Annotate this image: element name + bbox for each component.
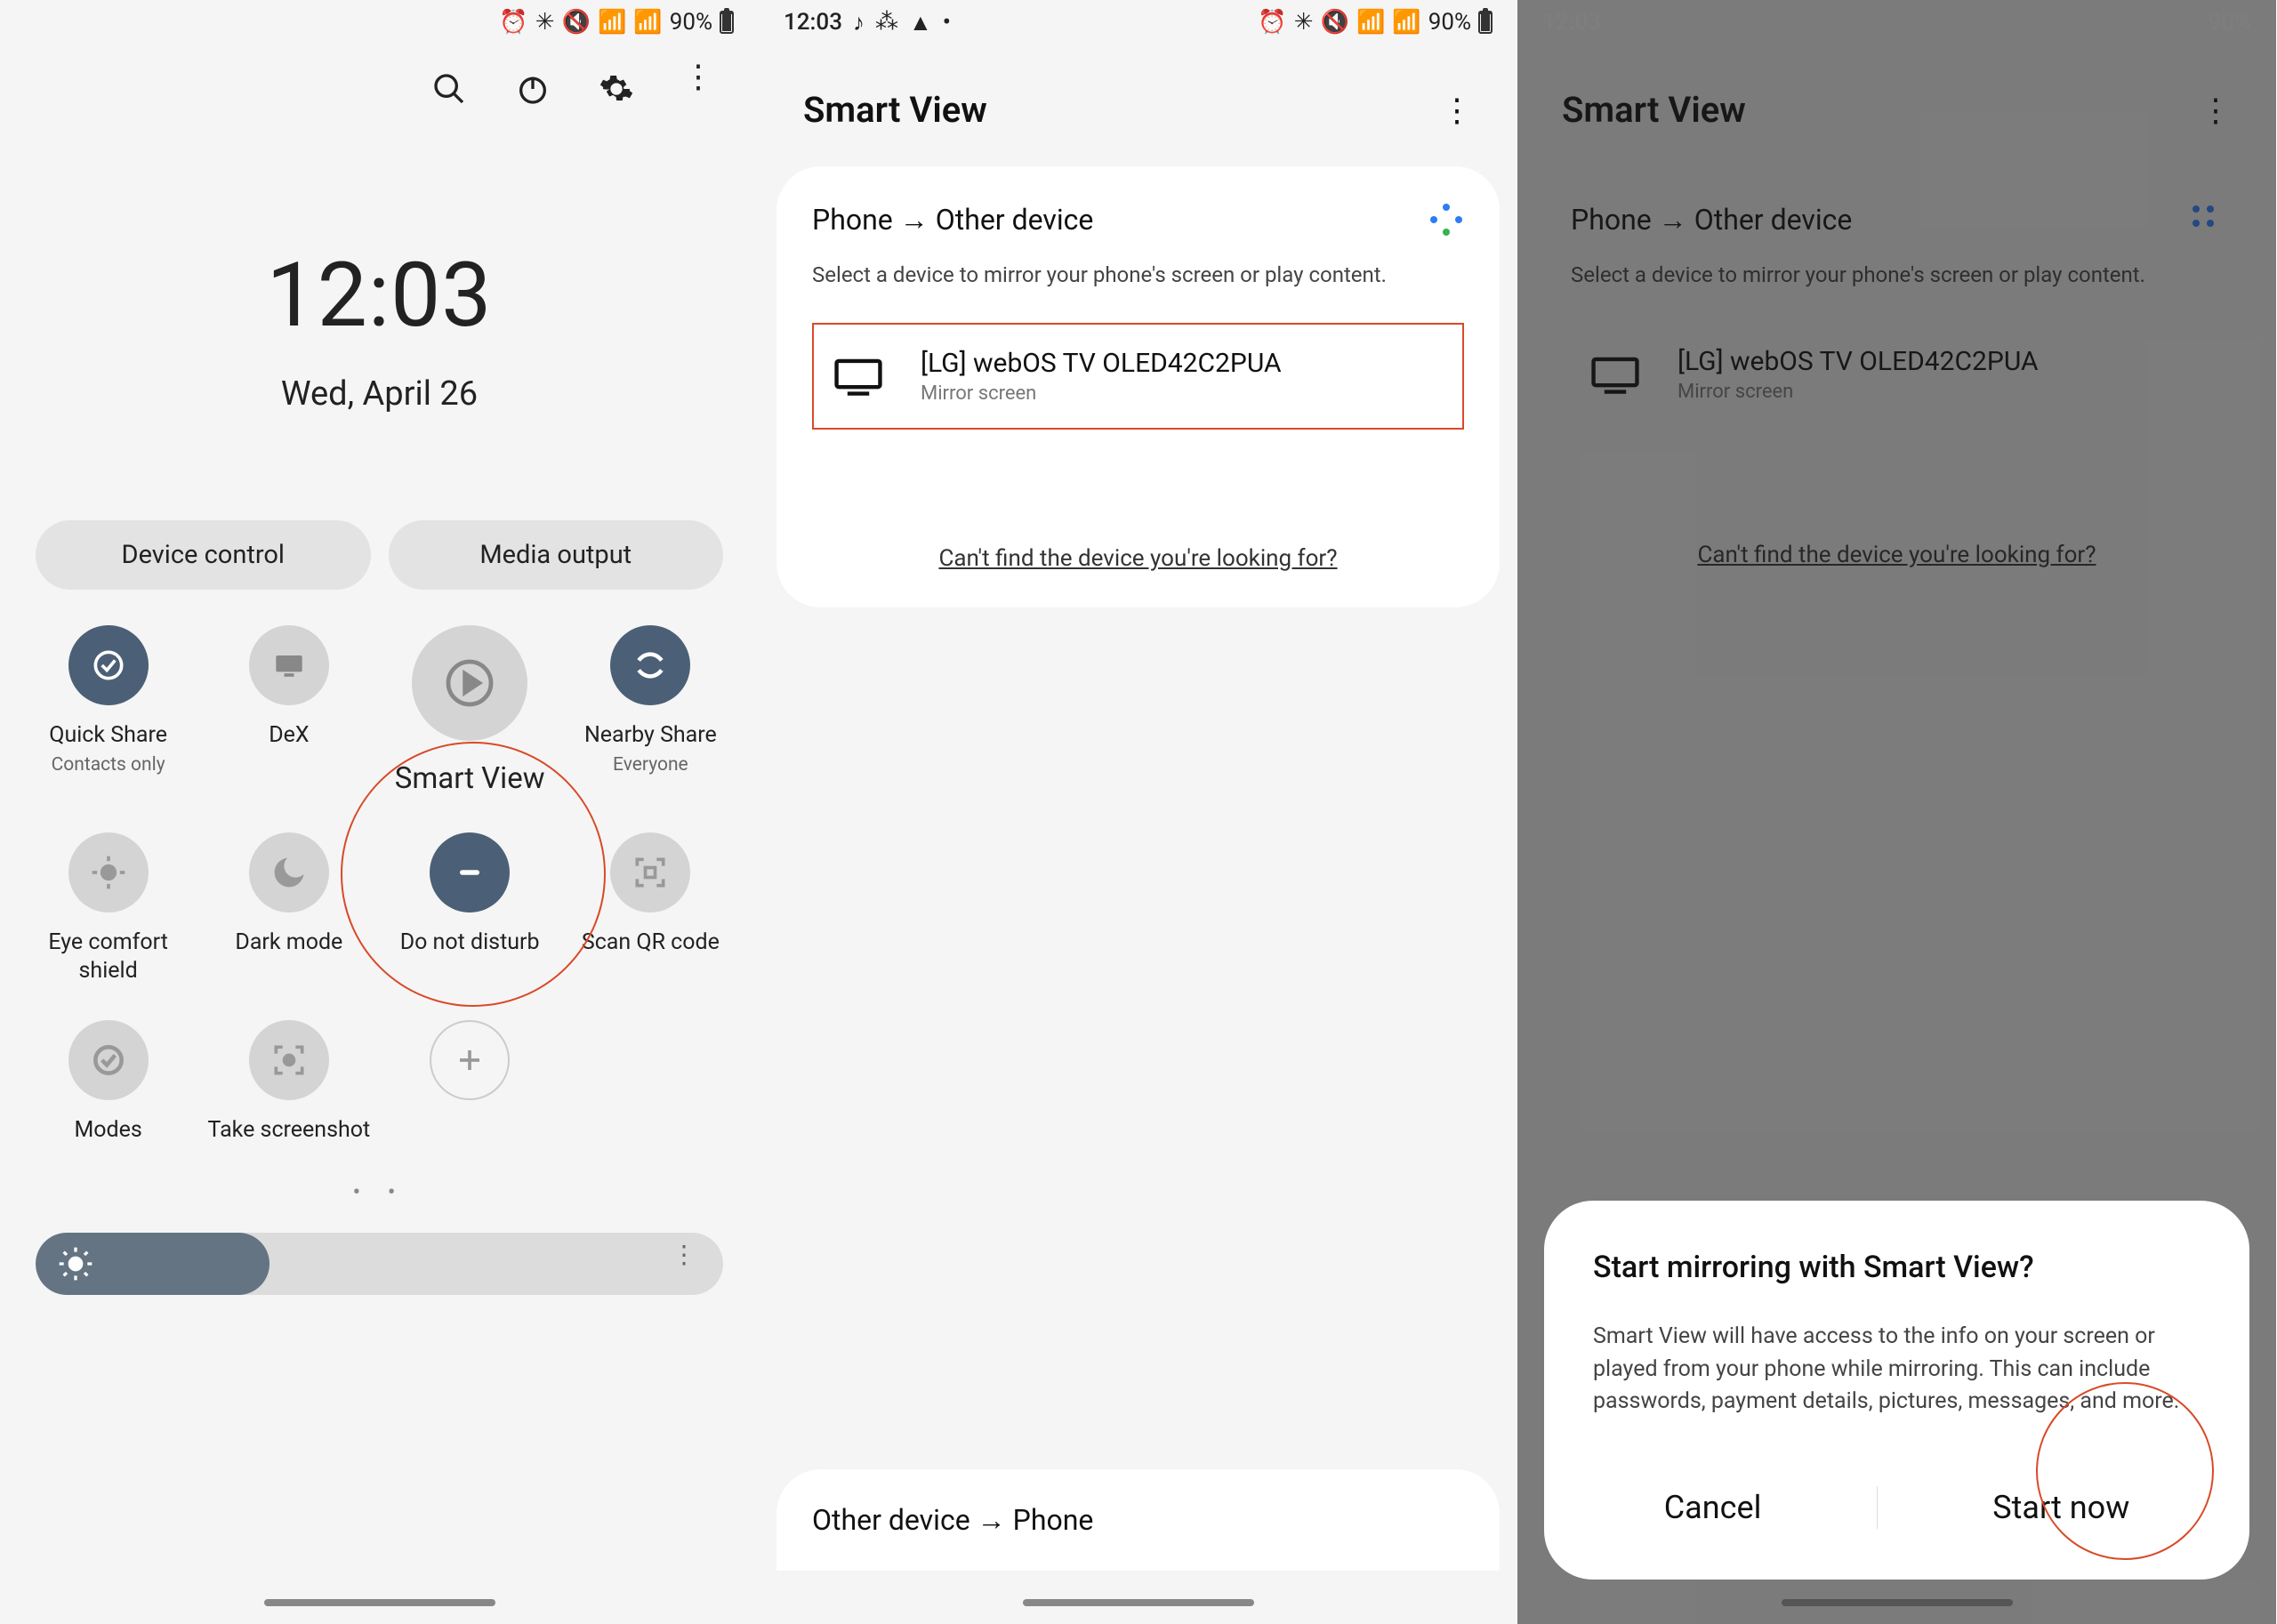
tv-icon [832, 357, 885, 396]
device-selection-card: Phone → Other device Select a device to … [776, 166, 1500, 607]
brightness-icon [58, 1246, 93, 1282]
help-link[interactable]: Can't find the device you're looking for… [812, 545, 1464, 572]
power-icon[interactable] [515, 71, 551, 110]
direction-phone-to-other: Phone → Other device [812, 203, 1093, 237]
nav-handle[interactable] [1782, 1599, 2013, 1606]
tile-scan-qr[interactable]: Scan QR code [569, 832, 732, 985]
brightness-more-icon[interactable]: ⋮ [672, 1250, 696, 1259]
divider [1877, 1486, 1878, 1529]
page-indicator: • • [0, 1144, 759, 1224]
smart-view-dialog-screen: 12:03 90% Smart View ⋮ Phone → Other dev… [1517, 0, 2276, 1624]
confirm-dialog: Start mirroring with Smart View? Smart V… [1544, 1201, 2249, 1580]
device-item-lg-tv[interactable]: [LG] webOS TV OLED42C2PUA Mirror screen [812, 323, 1464, 430]
status-time: 12:03 [784, 9, 842, 36]
searching-spinner-icon [1428, 202, 1464, 237]
page-title: Smart View [803, 89, 987, 131]
battery-percent: 90% [1428, 9, 1471, 36]
notif-icon: ⁂ [875, 9, 898, 36]
battery-icon [1478, 11, 1493, 34]
more-icon[interactable]: ⋮ [1441, 107, 1473, 114]
tile-nearby-share[interactable]: Nearby Share Everyone [569, 625, 732, 797]
wifi-icon: 📶 [1356, 9, 1385, 36]
cancel-button[interactable]: Cancel [1637, 1471, 1789, 1544]
signal-icon: 📶 [1392, 9, 1420, 36]
settings-icon[interactable] [599, 71, 634, 110]
arrow-right-icon: → [900, 203, 929, 237]
more-icon[interactable]: ⋮ [682, 71, 714, 110]
bluetooth-icon: ✳ [535, 9, 555, 36]
battery-icon [720, 11, 734, 34]
tile-dex[interactable]: DeX [207, 625, 370, 797]
search-icon[interactable] [431, 71, 467, 110]
clock-date: Wed, April 26 [0, 374, 759, 414]
notif-icon: ♪ [853, 9, 865, 36]
clock-time: 12:03 [0, 244, 759, 348]
alarm-icon: ⏰ [1258, 9, 1286, 36]
tile-do-not-disturb[interactable]: Do not disturb [389, 832, 551, 985]
signal-icon: 📶 [633, 9, 662, 36]
dialog-title: Start mirroring with Smart View? [1593, 1250, 2201, 1285]
mute-icon: 🔇 [1321, 9, 1349, 36]
instruction-text: Select a device to mirror your phone's s… [812, 262, 1464, 287]
status-bar: ⏰ ✳ 🔇 📶 📶 90% [0, 0, 759, 44]
bluetooth-icon: ✳ [1294, 9, 1314, 36]
tile-modes[interactable]: Modes [27, 1020, 189, 1144]
status-bar: 12:03 ♪ ⁂ ▲ • ⏰ ✳ 🔇 📶 📶 90% [759, 0, 1517, 44]
reverse-direction-button[interactable]: Other device → Phone [776, 1469, 1500, 1571]
start-now-button[interactable]: Start now [1966, 1471, 2156, 1544]
tile-eye-comfort[interactable]: Eye comfort shield [27, 832, 189, 985]
notif-icon: ▲ [909, 9, 932, 36]
nav-handle[interactable] [1023, 1599, 1254, 1606]
tile-quick-share[interactable]: Quick Share Contacts only [27, 625, 189, 797]
wifi-icon: 📶 [598, 9, 626, 36]
smart-view-screen: 12:03 ♪ ⁂ ▲ • ⏰ ✳ 🔇 📶 📶 90% Smart View ⋮… [759, 0, 1517, 1624]
battery-percent: 90% [670, 9, 712, 36]
dialog-body: Smart View will have access to the info … [1593, 1321, 2201, 1418]
device-subtitle: Mirror screen [921, 382, 1282, 405]
quick-settings-screen: ⏰ ✳ 🔇 📶 📶 90% ⋮ 12:03 Wed, April 26 Devi… [0, 0, 759, 1624]
media-output-button[interactable]: Media output [389, 520, 724, 590]
notif-more: • [943, 9, 951, 36]
tile-dark-mode[interactable]: Dark mode [207, 832, 370, 985]
tile-add[interactable] [389, 1020, 551, 1144]
brightness-slider[interactable]: ⋮ [36, 1233, 723, 1295]
mute-icon: 🔇 [562, 9, 591, 36]
tile-smart-view[interactable]: Smart View [389, 625, 551, 797]
arrow-right-icon: → [978, 1503, 1006, 1537]
alarm-icon: ⏰ [499, 9, 527, 36]
device-name: [LG] webOS TV OLED42C2PUA [921, 348, 1282, 379]
nav-handle[interactable] [264, 1599, 495, 1606]
tile-take-screenshot[interactable]: Take screenshot [207, 1020, 370, 1144]
device-control-button[interactable]: Device control [36, 520, 371, 590]
